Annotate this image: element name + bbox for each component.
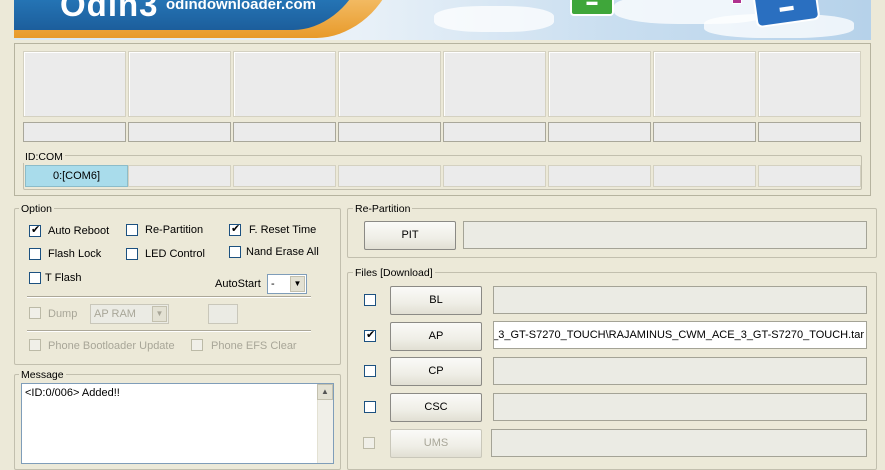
flash-lock-label[interactable]: Flash Lock: [48, 248, 101, 260]
port-slot-1: [23, 51, 126, 117]
pit-path-field[interactable]: [463, 221, 867, 249]
autostart-select[interactable]: - ▼: [267, 274, 307, 294]
auto-reboot-label[interactable]: Auto Reboot: [48, 225, 109, 237]
port-slot-7: [653, 51, 756, 117]
t-flash-checkbox[interactable]: [29, 272, 41, 284]
ums-checkbox[interactable]: [363, 437, 375, 449]
port-progress-5: [443, 122, 546, 142]
flash-lock-checkbox[interactable]: [29, 248, 41, 260]
option-group-title: Option: [19, 203, 54, 215]
com-port-8: [758, 165, 861, 187]
auto-reboot-checkbox[interactable]: [29, 223, 41, 237]
message-group-title: Message: [19, 369, 66, 381]
port-slot-2: [128, 51, 231, 117]
bl-path-field[interactable]: [493, 286, 867, 314]
logo-text: Odin3: [60, 0, 159, 23]
autostart-value: -: [271, 278, 275, 290]
port-status-panel: ID:COM 0:[COM6]: [14, 43, 871, 196]
port-progress-1: [23, 122, 126, 142]
nand-erase-all-label[interactable]: Nand Erase All: [246, 246, 319, 258]
map-land-shape: [434, 6, 554, 32]
port-progress-8: [758, 122, 861, 142]
message-log[interactable]: <ID:0/006> Added!! ▲: [21, 383, 334, 464]
phone-efs-clear-label: Phone EFS Clear: [211, 340, 297, 352]
port-slot-4: [338, 51, 441, 117]
nand-erase-all-checkbox[interactable]: [229, 246, 241, 258]
ums-button[interactable]: UMS: [390, 429, 482, 458]
port-progress-4: [338, 122, 441, 142]
led-control-checkbox[interactable]: [126, 248, 138, 260]
port-progress-6: [548, 122, 651, 142]
t-flash-label[interactable]: T Flash: [45, 272, 81, 284]
f-reset-time-label[interactable]: F. Reset Time: [249, 224, 316, 236]
autostart-label: AutoStart: [215, 278, 261, 290]
re-partition-checkbox[interactable]: [126, 224, 138, 236]
repartition-group-title: Re-Partition: [353, 203, 413, 215]
phone-bootloader-update-label: Phone Bootloader Update: [48, 340, 175, 352]
port-progress-7: [653, 122, 756, 142]
phone-efs-clear-checkbox[interactable]: [191, 339, 203, 351]
port-slot-3: [233, 51, 336, 117]
bl-button[interactable]: BL: [390, 286, 482, 315]
port-slot-8: [758, 51, 861, 117]
csc-button[interactable]: CSC: [390, 393, 482, 422]
scroll-up-icon[interactable]: ▲: [317, 384, 333, 400]
pit-button[interactable]: PIT: [364, 221, 456, 250]
id-com-label: ID:COM: [23, 151, 65, 163]
ums-path-field[interactable]: [491, 429, 867, 457]
dump-type-select[interactable]: AP RAM ▼: [90, 304, 169, 324]
csc-path-field[interactable]: [493, 393, 867, 421]
dump-checkbox[interactable]: [29, 307, 41, 319]
com-port-3: [233, 165, 336, 187]
chevron-down-icon[interactable]: ▼: [152, 306, 167, 322]
chevron-down-icon[interactable]: ▼: [290, 276, 305, 292]
com-port-5: [443, 165, 546, 187]
site-url: odindownloader.com: [166, 0, 317, 13]
com-port-2: [128, 165, 231, 187]
com-port-7: [653, 165, 756, 187]
files-group-title: Files [Download]: [353, 267, 435, 279]
cp-checkbox[interactable]: [364, 365, 376, 377]
option-separator: [27, 330, 311, 332]
small-marker-icon: [732, 0, 742, 4]
com-port-6: [548, 165, 651, 187]
cp-button[interactable]: CP: [390, 357, 482, 386]
ap-path-field[interactable]: D:\ANDROID\RAJAMINUS_CWM_ACE_3_GT-S7270_…: [493, 321, 867, 349]
dump-address-input[interactable]: [208, 304, 238, 324]
ap-checkbox[interactable]: [364, 328, 376, 342]
message-log-text: <ID:0/006> Added!!: [25, 387, 120, 399]
ap-path-text: D:\ANDROID\RAJAMINUS_CWM_ACE_3_GT-S7270_…: [493, 329, 864, 341]
ap-button[interactable]: AP: [390, 322, 482, 351]
cp-path-field[interactable]: [493, 357, 867, 385]
dump-label: Dump: [48, 308, 78, 320]
com-port-active: 0:[COM6]: [25, 165, 128, 187]
port-progress-2: [128, 122, 231, 142]
phone-bootloader-update-checkbox[interactable]: [29, 339, 41, 351]
message-scrollbar[interactable]: ▲: [317, 384, 333, 463]
led-control-label[interactable]: LED Control: [145, 248, 205, 260]
bl-checkbox[interactable]: [364, 294, 376, 306]
port-slot-5: [443, 51, 546, 117]
port-slot-6: [548, 51, 651, 117]
com-port-4: [338, 165, 441, 187]
re-partition-label[interactable]: Re-Partition: [145, 224, 203, 236]
f-reset-time-checkbox[interactable]: [229, 222, 241, 236]
speech-bubble-icon: ▬: [570, 0, 614, 16]
csc-checkbox[interactable]: [364, 401, 376, 413]
dump-type-value: AP RAM: [94, 308, 136, 320]
port-progress-3: [233, 122, 336, 142]
odin-banner: Odin3 odindownloader.com ▬ ▬: [14, 0, 871, 40]
option-separator: [27, 296, 311, 298]
